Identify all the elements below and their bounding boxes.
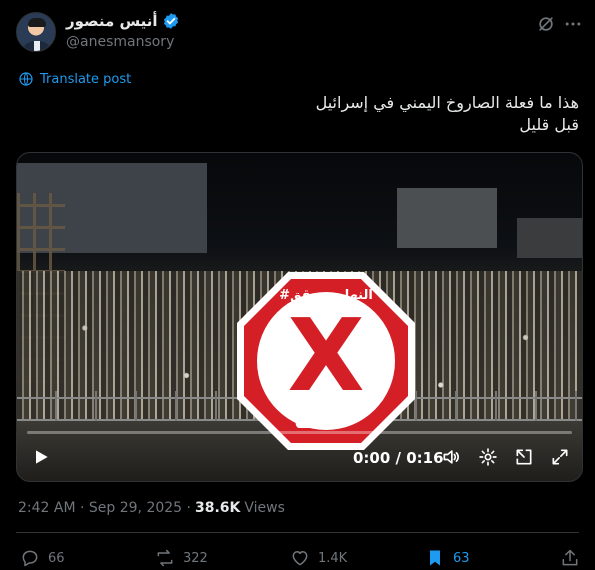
fact-check-stamp: #النهار_تتحقق X خطأ [237, 272, 415, 450]
tweet-text: هذا ما فعلة الصاروخ اليمني في إسرائيل قب… [109, 92, 579, 136]
verified-badge-icon [163, 13, 178, 29]
repost-button[interactable]: 322 [155, 548, 208, 568]
globe-icon [19, 72, 33, 86]
video-building [397, 188, 497, 248]
repost-icon [157, 549, 173, 567]
settings-gear-icon[interactable] [478, 447, 498, 467]
grok-icon[interactable] [536, 14, 556, 34]
repost-count: 322 [183, 550, 208, 566]
translate-post-label: Translate post [40, 71, 132, 87]
views-count: 38.6K [194, 500, 241, 516]
like-count: 1.4K [318, 550, 348, 566]
tweet-text-line: قبل قليل [519, 115, 579, 134]
video-controls: 0:00 / 0:16 [17, 431, 582, 481]
author-name[interactable]: أنيس منصور [66, 12, 158, 30]
share-icon[interactable] [560, 548, 580, 568]
picture-in-picture-icon[interactable] [514, 447, 534, 467]
author-handle[interactable]: @anesmansory [66, 34, 174, 50]
stamp-bottom-text: خطأ [293, 396, 359, 436]
post-timestamp[interactable]: 2:42 AM · Sep 29, 2025 · [18, 500, 191, 516]
video-player[interactable]: #النهار_تتحقق X خطأ 0:00 / 0:16 [16, 152, 583, 482]
avatar[interactable] [16, 12, 56, 52]
video-building [517, 218, 582, 258]
play-icon[interactable] [31, 447, 51, 467]
reply-count: 66 [48, 550, 65, 566]
video-time: 0:00 / 0:16 [353, 449, 444, 467]
post-meta: 2:42 AM · Sep 29, 2025 · 38.6K Views [18, 500, 285, 516]
views-label: Views [244, 500, 285, 516]
avatar-hair [28, 18, 46, 27]
divider [16, 532, 579, 533]
bookmark-count: 63 [453, 550, 470, 566]
more-options-icon[interactable] [563, 14, 583, 34]
author-name-row[interactable]: أنيس منصور [66, 12, 180, 30]
heart-icon [292, 551, 308, 566]
translate-post-link[interactable]: Translate post [18, 71, 131, 87]
reply-icon [22, 550, 38, 567]
bookmark-icon [430, 550, 440, 566]
tweet-text-line: هذا ما فعلة الصاروخ اليمني في إسرائيل [315, 93, 579, 112]
avatar-collar [34, 41, 40, 51]
like-button[interactable]: 1.4K [290, 548, 347, 568]
reply-button[interactable]: 66 [20, 548, 65, 568]
stamp-x-mark: X [287, 297, 364, 414]
volume-icon[interactable] [441, 447, 461, 467]
fullscreen-icon[interactable] [550, 447, 570, 467]
bookmark-button[interactable]: 63 [425, 548, 470, 568]
